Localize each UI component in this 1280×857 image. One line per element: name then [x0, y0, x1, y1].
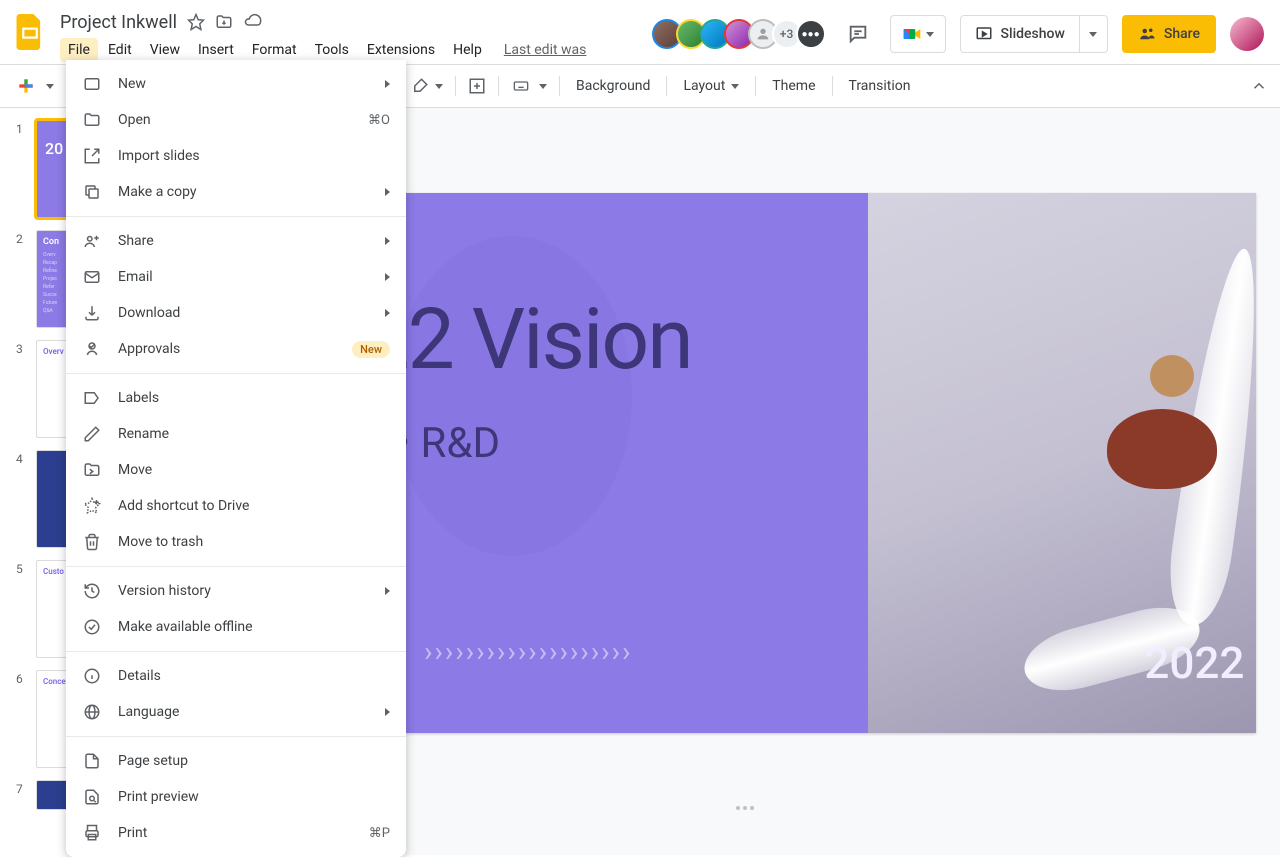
- menu-labels[interactable]: Labels: [66, 380, 406, 416]
- star-icon[interactable]: [187, 13, 205, 31]
- menu-help[interactable]: Help: [445, 38, 490, 62]
- move-folder-icon[interactable]: [215, 13, 233, 31]
- menu-language[interactable]: Language: [66, 694, 406, 730]
- comments-icon[interactable]: [840, 16, 876, 52]
- menu-view[interactable]: View: [142, 38, 188, 62]
- background-button[interactable]: Background: [566, 78, 660, 94]
- menu-new[interactable]: New: [66, 66, 406, 102]
- menu-trash[interactable]: Move to trash: [66, 524, 406, 560]
- keyboard-icon[interactable]: [505, 72, 553, 100]
- slides-logo[interactable]: [10, 12, 50, 52]
- account-avatar[interactable]: [1230, 17, 1264, 51]
- menu-email[interactable]: Email: [66, 259, 406, 295]
- slide-year: 2022: [1144, 637, 1244, 689]
- slideshow-label: Slideshow: [1001, 26, 1065, 42]
- chat-bubble-icon[interactable]: ●●●: [796, 19, 826, 49]
- theme-button[interactable]: Theme: [762, 78, 825, 94]
- transition-button[interactable]: Transition: [839, 78, 921, 94]
- menu-print-preview[interactable]: Print preview: [66, 779, 406, 815]
- share-button[interactable]: Share: [1122, 15, 1216, 53]
- menu-approvals[interactable]: ApprovalsNew: [66, 331, 406, 367]
- menu-format[interactable]: Format: [244, 38, 305, 62]
- paint-format-icon[interactable]: [405, 72, 449, 100]
- menu-offline[interactable]: Make available offline: [66, 609, 406, 645]
- share-label: Share: [1164, 26, 1200, 42]
- slide-number: 7: [16, 780, 28, 796]
- file-menu-dropdown: New Open⌘O Import slides Make a copy Sha…: [66, 60, 406, 857]
- menu-version-history[interactable]: Version history: [66, 573, 406, 609]
- menu-share[interactable]: Share: [66, 223, 406, 259]
- slide-number: 3: [16, 340, 28, 356]
- slideshow-dropdown[interactable]: [1080, 15, 1108, 53]
- meet-dropdown-icon: [926, 32, 934, 37]
- menu-tools[interactable]: Tools: [307, 38, 357, 62]
- last-edit-link[interactable]: Last edit was: [504, 38, 587, 62]
- menu-details[interactable]: Details: [66, 658, 406, 694]
- slide-number: 1: [16, 120, 28, 136]
- collapse-toolbar-icon[interactable]: [1250, 77, 1268, 95]
- menu-file[interactable]: File: [60, 38, 98, 62]
- menu-open[interactable]: Open⌘O: [66, 102, 406, 138]
- slide-number: 4: [16, 450, 28, 466]
- menu-rename[interactable]: Rename: [66, 416, 406, 452]
- menu-import-slides[interactable]: Import slides: [66, 138, 406, 174]
- insert-placeholder-icon[interactable]: [462, 72, 492, 100]
- slide-number: 2: [16, 230, 28, 246]
- menu-move[interactable]: Move: [66, 452, 406, 488]
- slide-number: 6: [16, 670, 28, 686]
- menu-make-copy[interactable]: Make a copy: [66, 174, 406, 210]
- presence-avatars[interactable]: +3 ●●●: [658, 19, 826, 49]
- new-slide-button[interactable]: [10, 72, 60, 100]
- layout-button[interactable]: Layout: [673, 78, 749, 94]
- slide-number: 5: [16, 560, 28, 576]
- menu-add-shortcut[interactable]: Add shortcut to Drive: [66, 488, 406, 524]
- cloud-saved-icon[interactable]: [243, 13, 263, 31]
- doc-title[interactable]: Project Inkwell: [60, 12, 177, 33]
- menu-bar: File Edit View Insert Format Tools Exten…: [60, 38, 658, 62]
- slideshow-button[interactable]: Slideshow: [960, 15, 1080, 53]
- menu-print[interactable]: Print⌘P: [66, 815, 406, 851]
- menu-download[interactable]: Download: [66, 295, 406, 331]
- menu-edit[interactable]: Edit: [100, 38, 140, 62]
- meet-button[interactable]: [890, 15, 946, 53]
- menu-page-setup[interactable]: Page setup: [66, 743, 406, 779]
- title-bar: Project Inkwell File Edit View Insert Fo…: [0, 0, 1280, 64]
- menu-extensions[interactable]: Extensions: [359, 38, 443, 62]
- menu-insert[interactable]: Insert: [190, 38, 242, 62]
